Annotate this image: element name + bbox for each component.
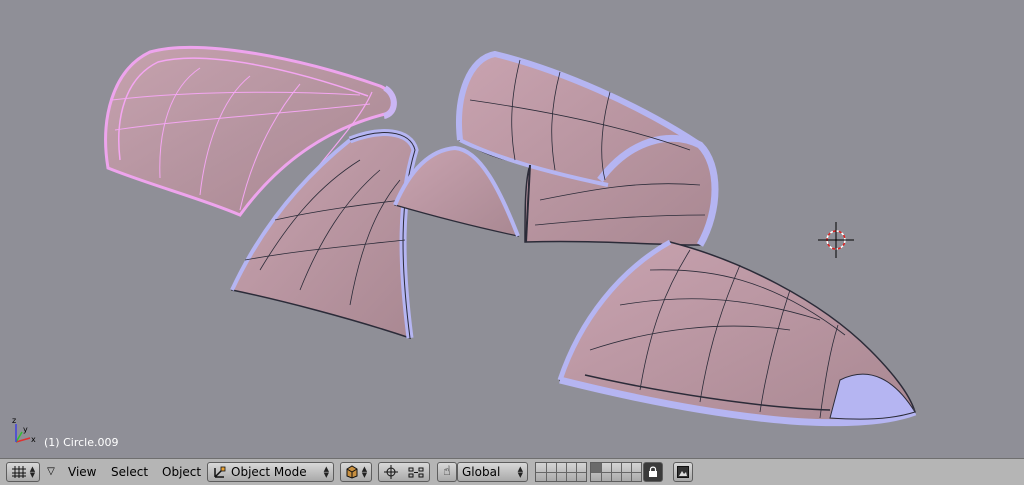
axis-z-label: z [12,416,16,425]
manipulator-toggle[interactable]: ☝ [437,462,457,482]
updown-arrows-icon: ▲ ▼ [323,465,329,479]
layer-buttons-left[interactable] [535,462,587,482]
menu-collapse-button[interactable]: ▽ [44,462,58,482]
select-menu[interactable]: Select [107,462,152,482]
object-menu[interactable]: Object [158,462,205,482]
solid-cube-icon [346,465,358,479]
updown-arrows-icon: ▲ ▼ [517,465,523,479]
pivot-select[interactable] [378,462,430,482]
nose-cone-mesh[interactable] [557,239,917,427]
updown-arrows-icon: ▲ ▼ [361,465,368,479]
3d-viewport[interactable]: x y z (1) Circle.009 [0,0,1024,458]
grid-icon [11,466,26,478]
draw-type-select[interactable]: ▲ ▼ [340,462,372,482]
orientation-select[interactable]: Global ▲ ▼ [457,462,528,482]
active-layer [591,463,601,472]
object-mode-icon [214,466,226,478]
viewport-header: ▲ ▼ ▽ View Select Object Object Mode ▲ ▼ ▲… [0,458,1024,485]
active-object-label: (1) Circle.009 [44,436,119,449]
mesh-canvas[interactable]: x y z [0,0,1024,458]
layer-buttons-right[interactable] [590,462,642,482]
mode-select-label: Object Mode [231,465,307,479]
pivot-crosshair-icon [384,465,398,479]
lock-icon [649,466,657,477]
mode-select[interactable]: Object Mode ▲ ▼ [207,462,334,482]
render-preview-button[interactable] [673,462,693,482]
render-preview-icon [677,466,689,478]
3d-cursor-icon[interactable] [818,222,854,258]
triangle-down-icon: ▽ [47,466,55,477]
axis-y-label: y [23,425,28,434]
view-menu[interactable]: View [64,462,100,482]
lock-layers-button[interactable] [643,462,663,482]
axis-x-label: x [31,435,36,444]
align-icon [408,467,424,478]
orientation-select-label: Global [462,465,501,479]
editor-type-button[interactable]: ▲ ▼ [6,462,40,482]
updown-arrows-icon: ▲ ▼ [29,465,36,479]
hand-icon: ☝ [443,464,451,479]
